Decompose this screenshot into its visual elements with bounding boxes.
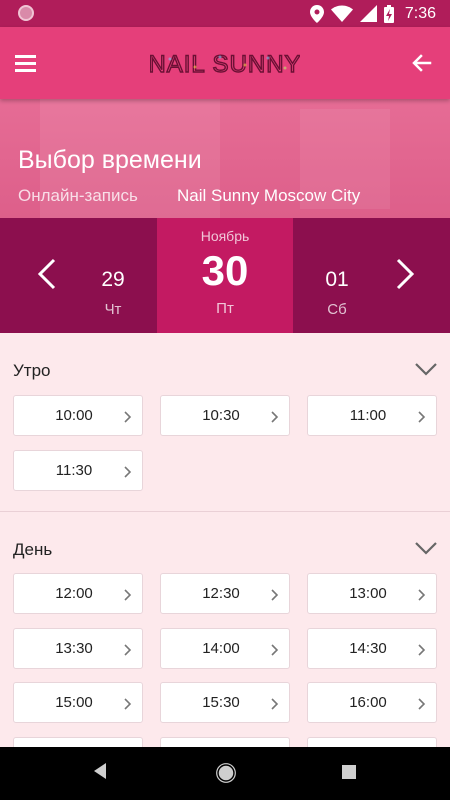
date-next[interactable]: 01 Сб: [307, 268, 367, 318]
time-slot-label: 14:30: [349, 640, 387, 657]
date-prev-day: 29: [101, 268, 125, 291]
menu-button[interactable]: [12, 49, 40, 77]
notification-icon: [18, 5, 34, 21]
prev-date-button[interactable]: [34, 256, 62, 292]
chevron-right-icon: [124, 644, 132, 656]
nav-back-icon[interactable]: [92, 762, 108, 780]
chevron-right-icon: [271, 698, 279, 710]
time-slot[interactable]: 16:00: [307, 682, 437, 723]
time-slot-label: 15:30: [202, 694, 240, 711]
date-next-weekday: Сб: [327, 301, 347, 318]
time-slot[interactable]: 11:30: [13, 450, 143, 491]
section-header-morning[interactable]: Утро: [0, 351, 450, 391]
date-prev-weekday: Чт: [104, 301, 122, 318]
arrow-back-icon: [412, 54, 432, 72]
chevron-down-icon: [415, 363, 437, 376]
menu-icon-line: [15, 69, 36, 72]
time-slot[interactable]: 14:30: [307, 628, 437, 669]
chevron-right-icon: [271, 411, 279, 423]
chevron-right-icon: [418, 411, 426, 423]
back-button[interactable]: [408, 49, 436, 77]
page-title: Выбор времени: [18, 146, 202, 174]
booking-label: Онлайн-запись: [18, 186, 138, 205]
date-prev[interactable]: 29 Чт: [83, 268, 143, 318]
section-divider: [0, 511, 450, 512]
section-header-day[interactable]: День: [0, 530, 450, 570]
time-slot-partial[interactable]: [307, 737, 437, 747]
nav-home-icon[interactable]: [216, 763, 236, 783]
app-bar: NAIL SUNNY: [0, 27, 450, 99]
salon-name: Nail Sunny Moscow City: [177, 186, 361, 205]
location-icon: [309, 4, 324, 23]
chevron-right-icon: [124, 466, 132, 478]
time-slot[interactable]: 13:30: [13, 628, 143, 669]
time-slot-label: 13:00: [349, 585, 387, 602]
time-slot-label: 11:30: [55, 462, 93, 479]
hero-banner: Выбор времени Онлайн-запись Nail Sunny M…: [0, 99, 450, 218]
chevron-down-icon: [415, 542, 437, 555]
menu-icon-line: [15, 62, 36, 65]
chevron-right-icon: [418, 644, 426, 656]
chevron-right-icon: [124, 411, 132, 423]
time-slot[interactable]: 11:00: [307, 395, 437, 436]
chevron-right-icon: [271, 589, 279, 601]
system-nav-bar: [0, 747, 450, 800]
time-slot-label: 11:00: [349, 407, 387, 424]
time-slot[interactable]: 10:00: [13, 395, 143, 436]
chevron-right-icon: [418, 589, 426, 601]
time-slot-label: 13:30: [55, 640, 93, 657]
time-slot-label: 14:00: [202, 640, 240, 657]
nail-sunny-logo: NAIL SUNNY: [150, 50, 300, 78]
time-slot[interactable]: 15:30: [160, 682, 290, 723]
time-slot-label: 12:00: [55, 585, 93, 602]
current-month: Ноябрь: [200, 228, 250, 244]
nav-recents-icon[interactable]: [342, 765, 356, 779]
time-slot[interactable]: 12:30: [160, 573, 290, 614]
time-slot-partial[interactable]: [13, 737, 143, 747]
chevron-right-icon: [271, 644, 279, 656]
status-icons: 7:36: [309, 4, 436, 23]
chevron-right-icon: [418, 698, 426, 710]
logo-text: NAIL SUNNY: [150, 51, 300, 78]
status-bar: 7:36: [0, 0, 450, 27]
time-slot-label: 10:30: [202, 407, 240, 424]
wifi-icon: [330, 5, 353, 22]
time-slot-label: 16:00: [349, 694, 387, 711]
time-slot[interactable]: 10:30: [160, 395, 290, 436]
next-date-button[interactable]: [390, 256, 418, 292]
date-picker: 29 Чт Ноябрь 30 Пт 01 Сб: [0, 218, 450, 333]
clock: 7:36: [404, 4, 436, 22]
date-current-weekday: Пт: [216, 300, 234, 317]
date-next-day: 01: [325, 268, 349, 291]
time-slot-label: 15:00: [55, 694, 93, 711]
time-slot-label: 10:00: [55, 407, 93, 424]
section-title: День: [13, 540, 53, 559]
battery-charging-icon: [383, 4, 394, 23]
chevron-right-icon: [396, 258, 415, 290]
chevron-left-icon: [37, 258, 56, 290]
time-slot[interactable]: 15:00: [13, 682, 143, 723]
time-slots-list[interactable]: Утро 10:00 10:30 11:00 11:30 День 12:00 …: [0, 333, 450, 747]
chevron-right-icon: [124, 589, 132, 601]
time-slot[interactable]: 13:00: [307, 573, 437, 614]
signal-icon: [359, 5, 377, 22]
time-slot[interactable]: 12:00: [13, 573, 143, 614]
time-slot-label: 12:30: [202, 585, 240, 602]
time-slot-partial[interactable]: [160, 737, 290, 747]
section-title: Утро: [13, 361, 51, 380]
chevron-right-icon: [124, 698, 132, 710]
menu-icon: [15, 55, 36, 58]
date-current-day: 30: [201, 247, 249, 294]
date-current[interactable]: Ноябрь 30 Пт: [157, 228, 293, 317]
time-slot[interactable]: 14:00: [160, 628, 290, 669]
